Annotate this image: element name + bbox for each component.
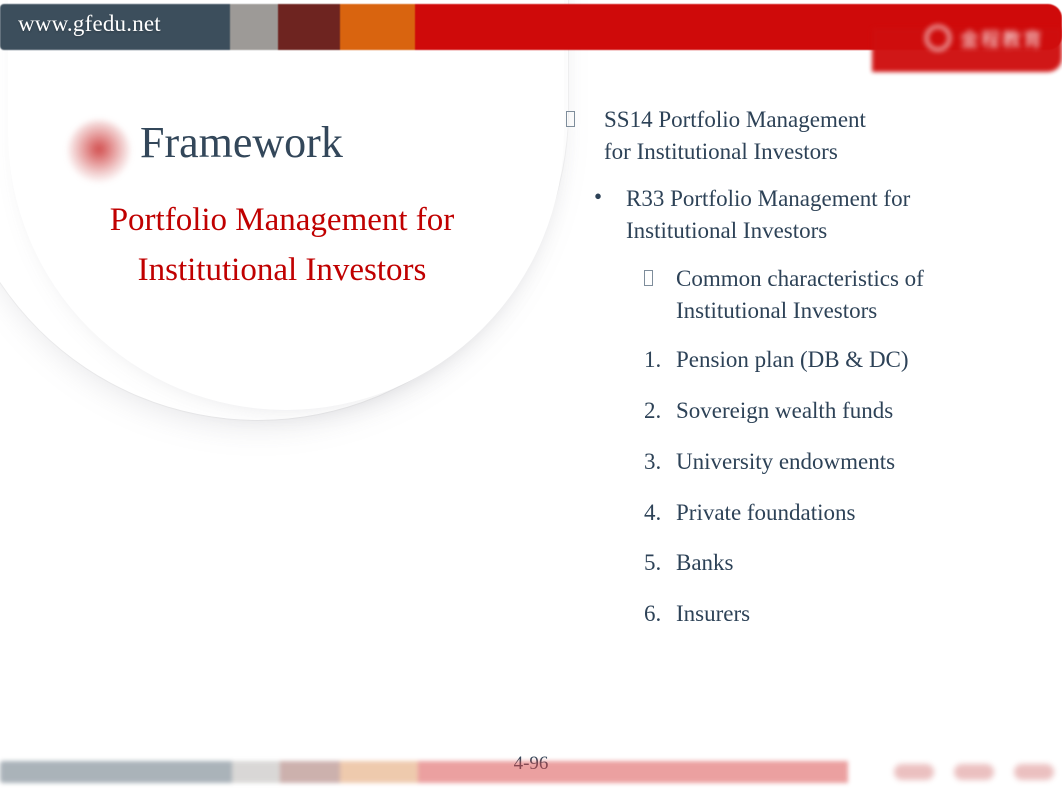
outline-item-level3: Common characteristics of Institutional … (644, 263, 1036, 326)
list-item: 2. Sovereign wealth funds (644, 395, 1036, 427)
outline-item-level1-label: SS14 Portfolio Management for Institutio… (604, 104, 922, 167)
outline-level3-line-1: Common characteristics of (676, 265, 924, 291)
list-item: 3. University endowments (644, 446, 1036, 478)
outline-level2-line-1: R33 Portfolio Management for (626, 186, 911, 212)
header-segment-gray (230, 4, 278, 50)
footer-dot-icon (1014, 764, 1054, 780)
list-item-marker: 4. (644, 499, 662, 525)
bullet-dot-icon: • (594, 184, 603, 210)
footer-dot-icon (894, 764, 934, 780)
list-item-label: Insurers (676, 601, 751, 627)
footer-segment-gray (232, 761, 280, 783)
circle-logo-mark-icon (924, 25, 951, 51)
footer-segment-red (418, 761, 848, 783)
list-item-marker: 3. (644, 448, 662, 474)
outline-level2-line-2: Institutional Investors (626, 218, 828, 244)
list-item-label: Pension plan (DB & DC) (676, 347, 909, 373)
list-item-marker: 6. (644, 601, 662, 627)
site-url-label: www.gfedu.net (18, 11, 161, 36)
page-subtitle: Portfolio Management for Institutional I… (22, 196, 542, 295)
footer-decorative-marks (854, 759, 1054, 785)
footer-dot-icon (954, 764, 994, 780)
list-item-label: Sovereign wealth funds (676, 398, 894, 424)
footer-segment-maroon (280, 761, 340, 783)
header-segment-orange (340, 4, 415, 50)
outline-item-level2: • R33 Portfolio Management for Instituti… (594, 183, 1036, 246)
outline-list: SS14 Portfolio Management for Institutio… (566, 104, 1036, 649)
brand-logo-text: 金程教育 (959, 29, 1044, 51)
footer-segment-slate (0, 761, 232, 783)
list-item-label: University endowments (676, 448, 896, 474)
outline-level1-line-1: SS14 Portfolio Management (604, 107, 866, 132)
outline-item-level2-label: R33 Portfolio Management for Institution… (626, 183, 976, 246)
list-item-label: Banks (676, 550, 734, 576)
list-item-marker: 1. (644, 347, 662, 373)
list-item: 5. Banks (644, 547, 1036, 579)
page-subtitle-line-1: Portfolio Management for (109, 202, 455, 238)
outline-item-level3-label: Common characteristics of Institutional … (676, 263, 986, 326)
list-item-marker: 5. (644, 550, 662, 576)
outline-level1-line-2: for Institutional Investors (604, 138, 838, 164)
list-item: 6. Insurers (644, 598, 1036, 630)
outline-item-level1: SS14 Portfolio Management for Institutio… (566, 104, 1036, 167)
brand-logo: 金程教育 (884, 20, 1044, 56)
outline-level3-line-2: Institutional Investors (676, 297, 878, 323)
list-item-label: Private foundations (676, 499, 856, 525)
red-dot-accent-icon (68, 120, 130, 182)
list-item-marker: 2. (644, 398, 662, 424)
footer-segment-orange (340, 761, 418, 783)
page-title: Framework (140, 118, 343, 167)
page-subtitle-line-2: Institutional Investors (137, 251, 427, 288)
tofu-box-icon (644, 263, 676, 292)
list-item: 4. Private foundations (644, 497, 1036, 529)
tofu-box-icon (566, 104, 604, 133)
header-segment-maroon (278, 4, 340, 50)
presentation-slide: www.gfedu.net 金程教育 Framework Portfolio M… (0, 0, 1062, 797)
list-item: 1. Pension plan (DB & DC) (644, 344, 1036, 376)
